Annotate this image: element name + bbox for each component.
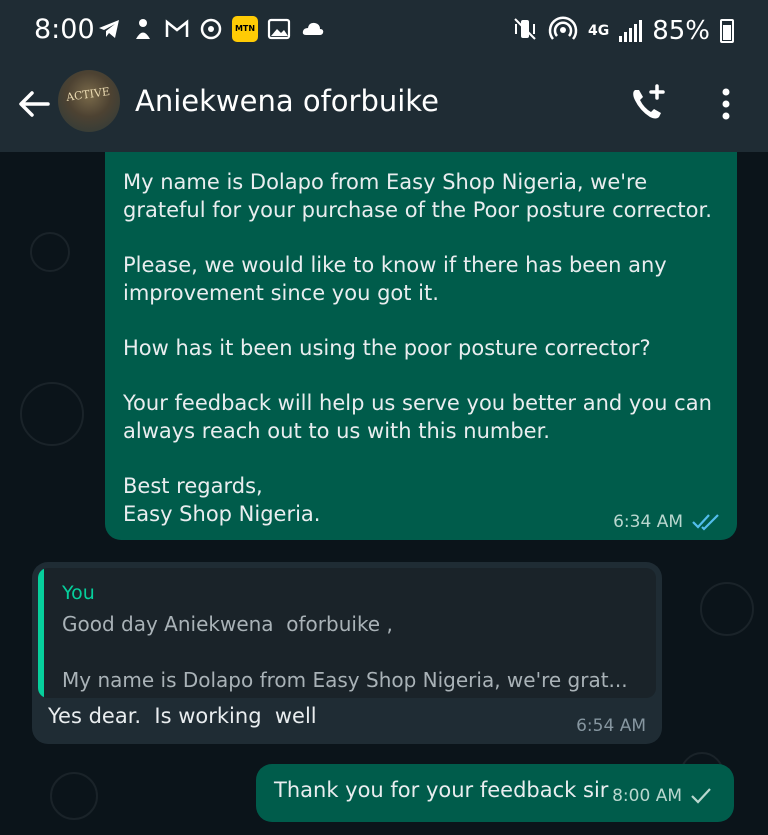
contact-avatar[interactable]: ACTIVE [58,70,120,132]
message-time: 6:34 AM [613,512,683,532]
add-call-icon[interactable] [626,82,670,126]
status-bar: 8:00 MTN 4G 85% [0,0,768,62]
back-arrow-icon[interactable] [14,84,54,124]
hotspot-icon [548,14,578,48]
message-meta: 6:34 AM [613,512,721,532]
app-header: 8:00 MTN 4G 85% ACTIVE Aniekwena oforbui… [0,0,768,152]
chat-title-bar: ACTIVE Aniekwena oforbuike [0,62,768,152]
message-text: Thank you for your feedback sir [274,778,609,802]
mymtn-icon: MTN [232,16,258,42]
wallpaper-doodle [700,582,754,636]
notification-icons: MTN [96,16,326,42]
telegram-icon [96,16,122,42]
message-paragraph: Please, we would like to know if there h… [123,253,667,305]
battery-icon [720,19,734,43]
mute-vibrate-icon [512,16,538,46]
contact-name[interactable]: Aniekwena oforbuike [135,84,439,118]
message-text: My name is Dolapo from Easy Shop Nigeria… [123,168,723,528]
wallpaper-doodle [50,772,98,820]
quote-text: Good day Aniekwena oforbuike , [62,612,393,636]
quote-author: You [62,582,95,604]
avatar-label: ACTIVE [65,84,111,105]
signal-icon [619,20,643,42]
chat-area[interactable]: My name is Dolapo from Easy Shop Nigeria… [0,152,768,835]
system-status: 4G 85% [512,14,734,48]
read-ticks-icon [692,514,719,531]
status-time: 8:00 [34,14,95,45]
outgoing-message[interactable]: Thank you for your feedback sir 8:00 AM [256,764,734,822]
network-type: 4G [587,23,610,39]
gmail-icon [164,16,190,42]
sync-icon [198,16,224,42]
sent-tick-icon [691,788,711,804]
message-paragraph: How has it been using the poor posture c… [123,336,651,360]
wallpaper-doodle [20,382,84,446]
more-options-icon[interactable] [714,84,738,124]
message-meta: 8:00 AM [612,786,712,806]
battery-percent: 85% [652,16,710,46]
outgoing-message[interactable]: My name is Dolapo from Easy Shop Nigeria… [105,152,737,540]
incoming-message[interactable]: You Good day Aniekwena oforbuike , My na… [32,562,662,744]
message-time: 8:00 AM [612,786,682,806]
message-paragraph: Your feedback will help us serve you bet… [123,391,712,443]
app-notification-icon [130,16,156,42]
message-text: Yes dear. Is working well [48,704,317,728]
wallpaper-doodle [30,232,70,272]
quote-accent-bar [38,568,44,698]
message-time: 6:54 AM [576,716,646,736]
cloud-icon [300,16,326,42]
gallery-icon [266,16,292,42]
message-paragraph: My name is Dolapo from Easy Shop Nigeria… [123,170,712,222]
quoted-message[interactable]: You Good day Aniekwena oforbuike , My na… [38,568,656,698]
quote-text: My name is Dolapo from Easy Shop Nigeria… [62,668,628,692]
